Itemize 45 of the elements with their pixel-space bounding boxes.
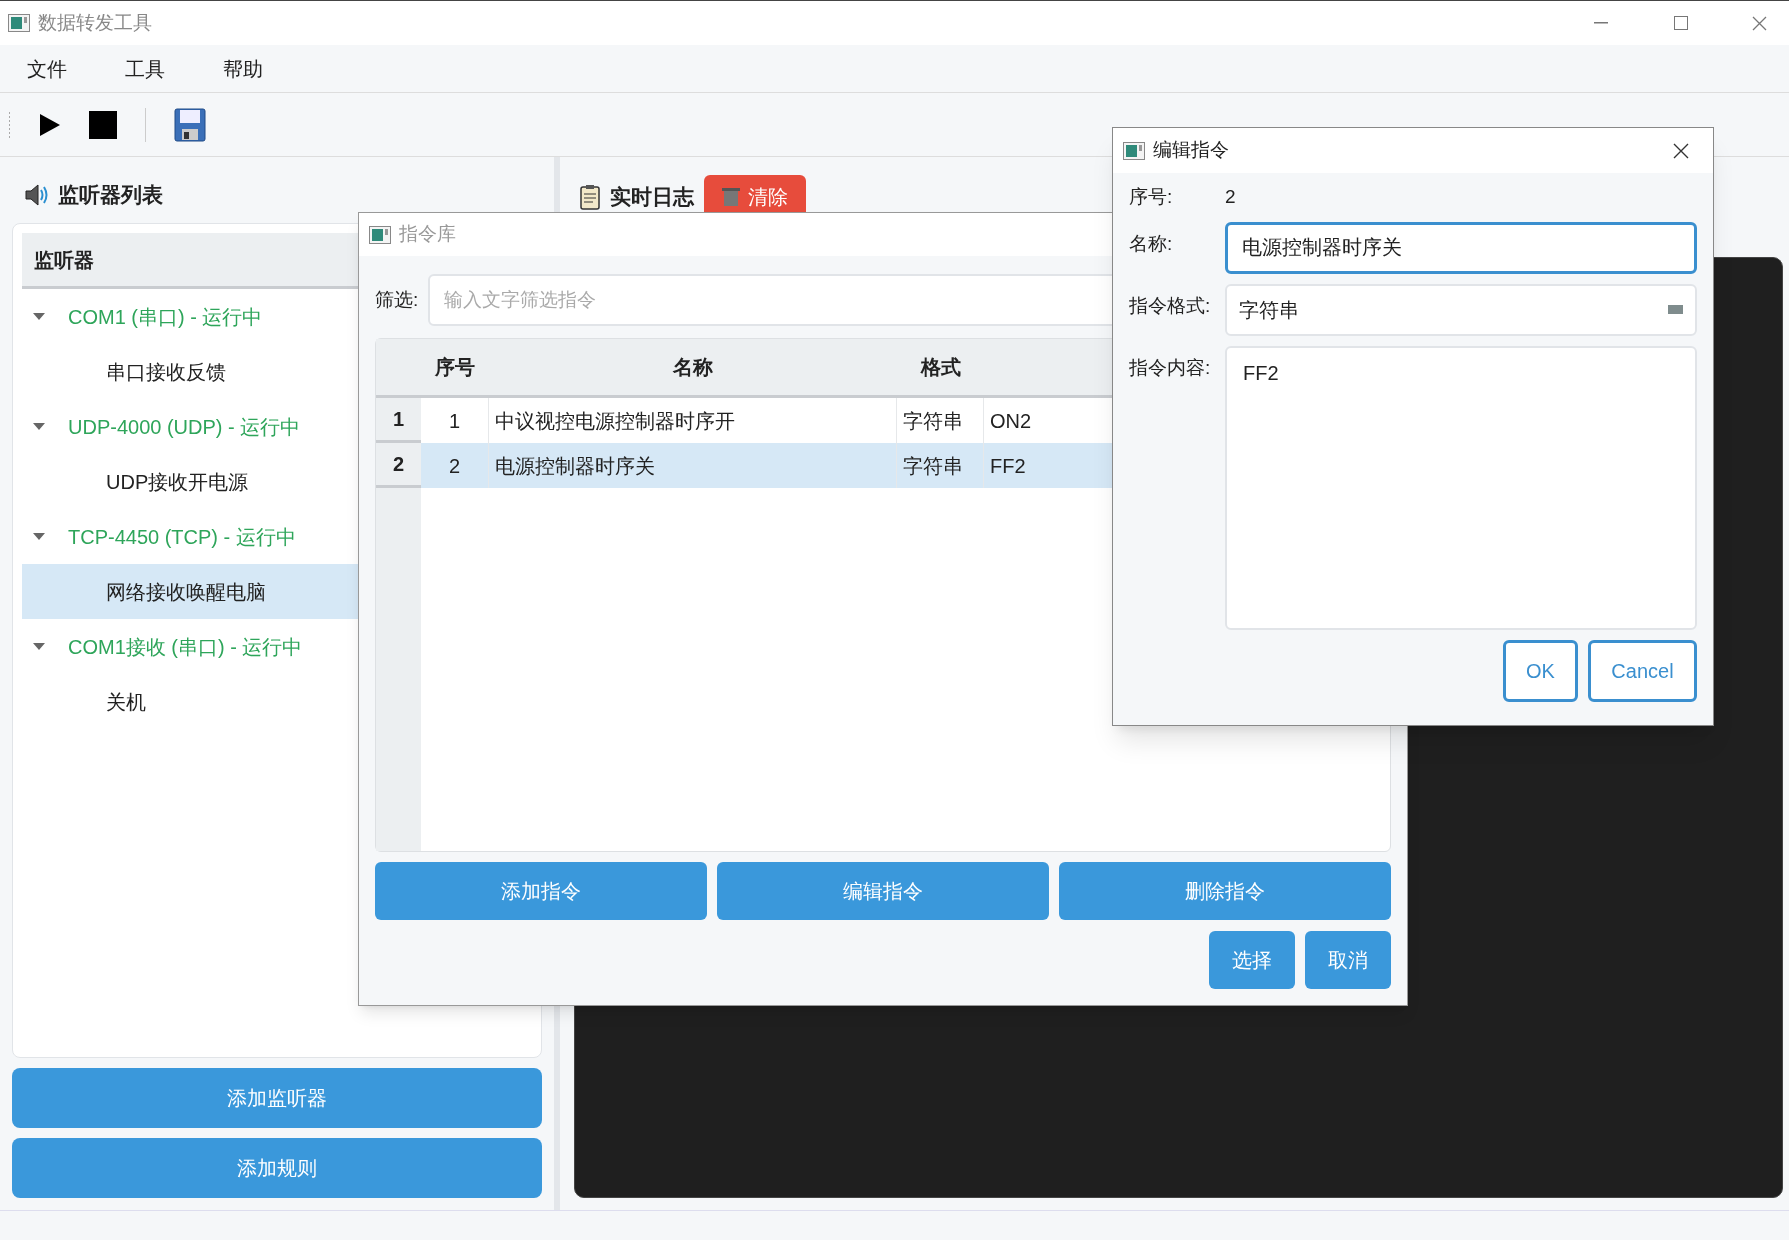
column-header[interactable]: 格式 <box>920 352 961 382</box>
clipboard-icon <box>580 184 600 210</box>
field-label: 指令格式: <box>1129 293 1212 318</box>
panel-title: 监听器列表 <box>58 182 163 209</box>
column-header[interactable]: 序号 <box>435 352 475 382</box>
table-cell-text: 中议视控电源控制器时序开 <box>495 408 735 434</box>
table-cell-text: 字符串 <box>903 408 963 434</box>
name-field[interactable]: 电源控制器时序关 <box>1225 221 1697 274</box>
menu-item[interactable]: 文件 <box>14 53 80 84</box>
content-field[interactable]: FF2 <box>1225 345 1697 630</box>
app-icon <box>8 14 30 32</box>
collapse-arrow-icon[interactable] <box>32 422 46 431</box>
save-icon[interactable] <box>174 107 206 142</box>
table-cell-text: ON2 <box>990 408 1032 434</box>
speaker-icon <box>24 184 50 206</box>
table-cell-text: 字符串 <box>903 453 963 479</box>
field-label: 名称: <box>1129 231 1174 256</box>
column-header[interactable]: 名称 <box>673 352 713 382</box>
play-icon[interactable] <box>39 112 61 137</box>
format-dropdown[interactable]: 字符串 <box>1225 283 1697 336</box>
filter-label: 筛选: <box>375 287 419 312</box>
window-title: 数据转发工具 <box>38 10 152 35</box>
index-value: 2 <box>1225 185 1237 209</box>
field-label: 指令内容: <box>1129 355 1212 380</box>
field-label: 序号: <box>1129 185 1174 209</box>
app-icon <box>1123 141 1145 160</box>
panel-title: 实时日志 <box>610 184 694 211</box>
collapse-arrow-icon[interactable] <box>32 642 46 651</box>
collapse-arrow-icon[interactable] <box>32 312 46 321</box>
dropdown-indicator-icon <box>1668 305 1683 314</box>
table-cell-text: FF2 <box>990 453 1026 479</box>
trash-icon <box>722 187 740 207</box>
menu-item[interactable]: 工具 <box>112 53 178 84</box>
stop-icon[interactable] <box>89 110 117 139</box>
collapse-arrow-icon[interactable] <box>32 532 46 541</box>
table-cell-text: 电源控制器时序关 <box>495 453 655 479</box>
ok-button[interactable]: OK <box>1503 639 1578 702</box>
table-cell-text: 2 <box>448 453 461 479</box>
app-icon <box>369 225 391 244</box>
close-icon[interactable] <box>1673 142 1689 159</box>
grip-icon <box>8 111 11 138</box>
menu-item[interactable]: 帮助 <box>210 53 276 84</box>
table-cell-text: 1 <box>448 408 461 434</box>
dialog-title: 编辑指令 <box>1153 138 1229 163</box>
maximize-icon[interactable] <box>1674 16 1688 30</box>
